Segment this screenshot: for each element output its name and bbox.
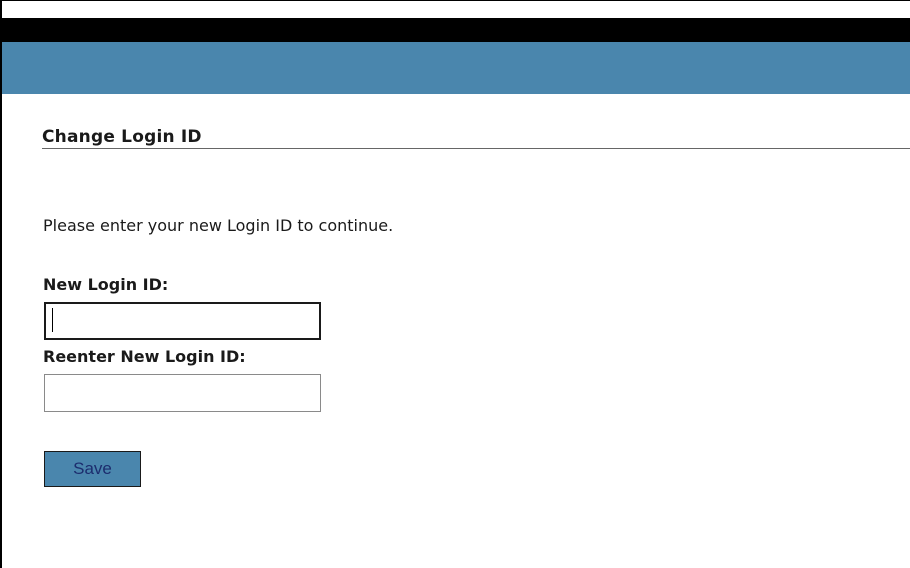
title-divider bbox=[42, 148, 910, 149]
save-button[interactable]: Save bbox=[44, 451, 141, 487]
reenter-login-id-input[interactable] bbox=[44, 374, 321, 412]
instructions-text: Please enter your new Login ID to contin… bbox=[43, 216, 394, 235]
page-title: Change Login ID bbox=[42, 127, 202, 147]
header-banner bbox=[2, 42, 910, 94]
page-frame: Change Login ID Please enter your new Lo… bbox=[0, 0, 910, 568]
new-login-id-label: New Login ID: bbox=[43, 275, 169, 294]
top-black-bar bbox=[2, 18, 910, 42]
text-cursor bbox=[52, 308, 53, 332]
new-login-id-input[interactable] bbox=[44, 302, 321, 340]
reenter-login-id-label: Reenter New Login ID: bbox=[43, 347, 246, 366]
